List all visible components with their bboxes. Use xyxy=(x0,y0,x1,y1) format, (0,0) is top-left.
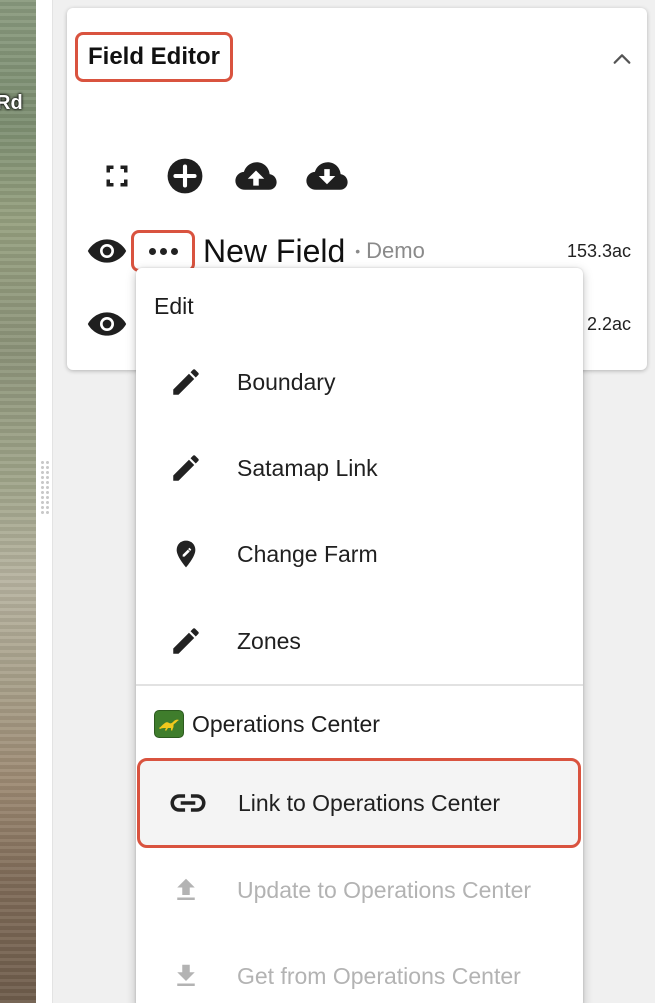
menu-item-get-operations-center[interactable]: Get from Operations Center xyxy=(136,933,583,1003)
download-icon xyxy=(166,956,206,996)
pencil-icon xyxy=(166,621,206,661)
card-title: Field Editor xyxy=(75,32,233,82)
more-options-button[interactable] xyxy=(131,230,195,272)
fit-bounds-icon xyxy=(106,165,128,187)
field-separator: • xyxy=(355,243,361,259)
upload-button[interactable] xyxy=(234,154,278,198)
menu-item-label: Zones xyxy=(237,627,301,654)
map-road-label: Rd xyxy=(0,92,23,114)
menu-item-label: Change Farm xyxy=(237,540,378,567)
drag-handle-icon[interactable] xyxy=(40,460,50,516)
menu-item-link-operations-center[interactable]: Link to Operations Center xyxy=(137,758,581,848)
john-deere-logo-icon xyxy=(154,710,184,738)
pencil-icon xyxy=(166,362,206,402)
field-name: New Field xyxy=(203,232,346,269)
operations-center-label: Operations Center xyxy=(192,710,380,737)
menu-item-boundary[interactable]: Boundary xyxy=(136,339,583,425)
menu-item-label: Boundary xyxy=(237,368,336,395)
menu-item-label: Update to Operations Center xyxy=(237,876,532,903)
more-horizontal-icon xyxy=(148,247,156,255)
eye-icon[interactable] xyxy=(87,309,127,339)
cloud-download-icon xyxy=(306,162,348,190)
download-button[interactable] xyxy=(305,154,349,198)
menu-divider xyxy=(136,684,583,686)
add-field-button[interactable] xyxy=(163,154,207,198)
menu-item-change-farm[interactable]: Change Farm xyxy=(136,511,583,597)
field-area: 153.3ac xyxy=(566,240,631,261)
menu-item-satamap-link[interactable]: Satamap Link xyxy=(136,425,583,511)
field-toolbar xyxy=(105,154,376,198)
link-icon xyxy=(168,783,208,823)
map-view[interactable] xyxy=(0,0,36,1003)
menu-item-label: Satamap Link xyxy=(237,454,378,481)
menu-item-update-operations-center[interactable]: Update to Operations Center xyxy=(136,847,583,933)
field-farm: Demo xyxy=(366,238,425,263)
field-options-menu: Edit Boundary Satamap Link Change Farm Z… xyxy=(136,268,583,1003)
menu-item-zones[interactable]: Zones xyxy=(136,598,583,684)
map-pin-icon xyxy=(166,534,206,574)
menu-section-operations-center: Operations Center xyxy=(154,710,380,738)
upload-icon xyxy=(166,870,206,910)
menu-item-label: Link to Operations Center xyxy=(238,789,501,816)
menu-section-edit: Edit xyxy=(154,293,194,319)
pencil-icon xyxy=(166,448,206,488)
cloud-upload-icon xyxy=(235,162,277,190)
add-circle-icon xyxy=(167,158,203,194)
eye-icon[interactable] xyxy=(87,236,127,266)
fit-bounds-button[interactable] xyxy=(95,154,139,198)
chevron-up-icon[interactable] xyxy=(611,48,633,70)
field-area: 2.2ac xyxy=(586,313,631,334)
menu-item-label: Get from Operations Center xyxy=(237,962,521,989)
